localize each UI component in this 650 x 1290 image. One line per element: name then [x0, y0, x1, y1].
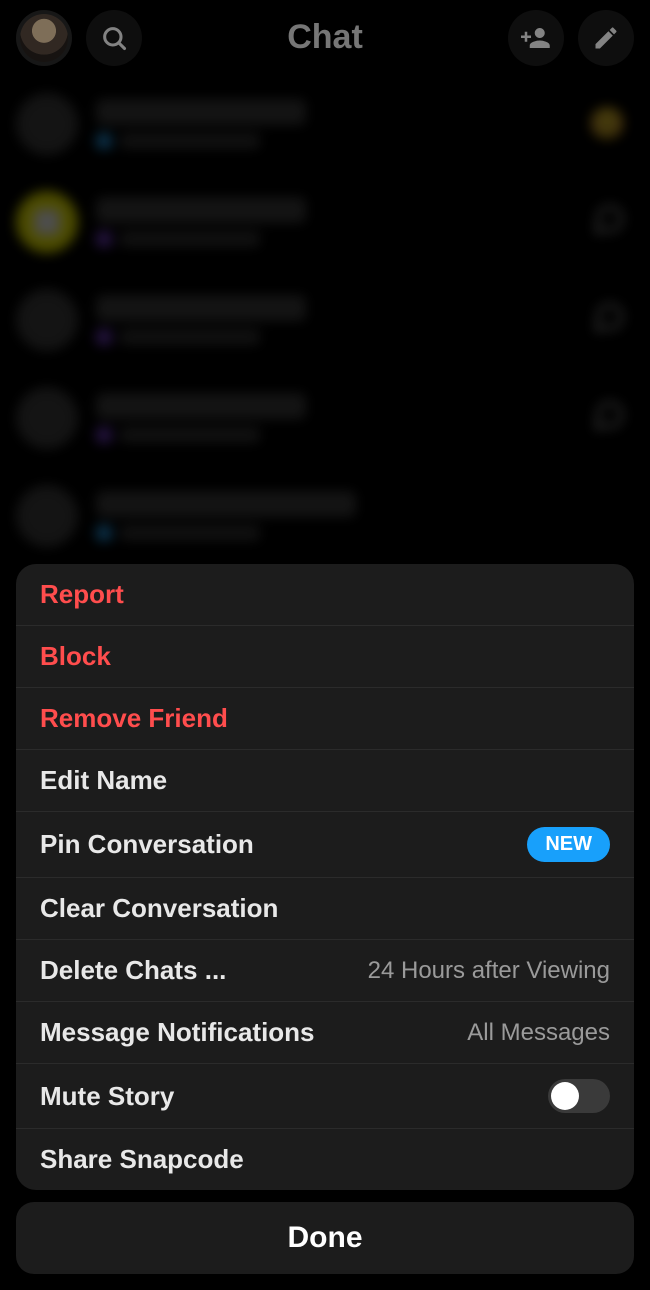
- delete-chats-value: 24 Hours after Viewing: [368, 957, 610, 985]
- report-label: Report: [40, 579, 124, 610]
- message-notifications-option[interactable]: Message Notifications All Messages: [16, 1002, 634, 1064]
- mute-story-toggle[interactable]: [548, 1079, 610, 1113]
- mute-story-option[interactable]: Mute Story: [16, 1064, 634, 1129]
- clear-label: Clear Conversation: [40, 893, 278, 924]
- remove-friend-option[interactable]: Remove Friend: [16, 688, 634, 750]
- remove-friend-label: Remove Friend: [40, 703, 228, 734]
- new-badge: NEW: [527, 827, 610, 862]
- action-sheet: Report Block Remove Friend Edit Name Pin…: [16, 564, 634, 1190]
- mute-story-label: Mute Story: [40, 1081, 174, 1112]
- report-option[interactable]: Report: [16, 564, 634, 626]
- toggle-knob: [551, 1082, 579, 1110]
- done-label: Done: [288, 1221, 363, 1255]
- block-label: Block: [40, 641, 111, 672]
- clear-conversation-option[interactable]: Clear Conversation: [16, 878, 634, 940]
- done-button[interactable]: Done: [16, 1202, 634, 1274]
- msg-notifs-value: All Messages: [467, 1019, 610, 1047]
- delete-chats-option[interactable]: Delete Chats ... 24 Hours after Viewing: [16, 940, 634, 1002]
- pin-label: Pin Conversation: [40, 829, 254, 860]
- edit-name-label: Edit Name: [40, 765, 167, 796]
- delete-chats-label: Delete Chats ...: [40, 955, 226, 986]
- share-snapcode-option[interactable]: Share Snapcode: [16, 1129, 634, 1190]
- pin-conversation-option[interactable]: Pin Conversation NEW: [16, 812, 634, 878]
- share-snapcode-label: Share Snapcode: [40, 1144, 244, 1175]
- edit-name-option[interactable]: Edit Name: [16, 750, 634, 812]
- block-option[interactable]: Block: [16, 626, 634, 688]
- msg-notifs-label: Message Notifications: [40, 1017, 315, 1048]
